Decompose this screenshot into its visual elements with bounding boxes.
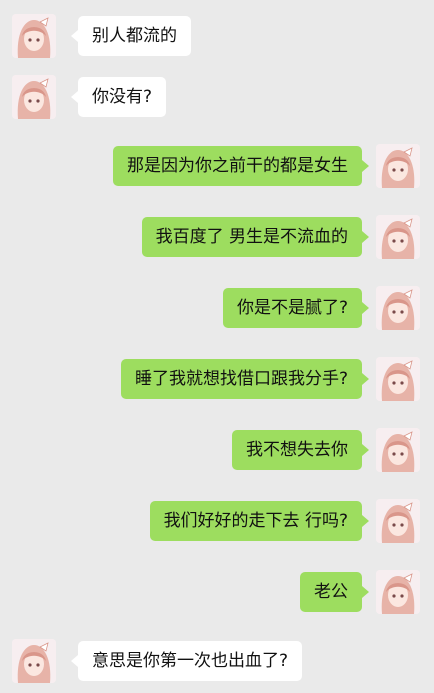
message-row: 老公 <box>0 566 434 616</box>
message-row: 睡了我就想找借口跟我分手? <box>0 353 434 403</box>
contact-avatar-icon[interactable] <box>12 75 56 119</box>
message-bubble[interactable]: 我们好好的走下去 行吗? <box>149 501 370 541</box>
message-bubble[interactable]: 你是不是腻了? <box>222 288 370 328</box>
message-bubble[interactable]: 老公 <box>300 572 369 612</box>
user-avatar-icon[interactable] <box>376 215 420 259</box>
user-avatar-icon[interactable] <box>376 570 420 614</box>
message-row: 我百度了 男生是不流血的 <box>0 211 434 261</box>
message-row: 你是不是腻了? <box>0 282 434 332</box>
contact-avatar-icon[interactable] <box>12 14 56 58</box>
message-bubble[interactable]: 那是因为你之前干的都是女生 <box>113 146 369 186</box>
message-row: 我不想失去你 <box>0 424 434 474</box>
message-row: 那是因为你之前干的都是女生 <box>0 140 434 190</box>
message-row: 你没有? <box>0 71 434 121</box>
message-row: 意思是你第一次也出血了? <box>0 635 434 685</box>
message-row: 别人都流的 <box>0 10 434 60</box>
message-row: 我们好好的走下去 行吗? <box>0 495 434 545</box>
message-bubble[interactable]: 睡了我就想找借口跟我分手? <box>120 359 370 399</box>
user-avatar-icon[interactable] <box>376 428 420 472</box>
message-bubble[interactable]: 别人都流的 <box>71 16 191 56</box>
message-bubble[interactable]: 我百度了 男生是不流血的 <box>141 217 370 257</box>
chat-window: 别人都流的 你没有? 那是因为你之前干的都是女生 我百度了 男生是不流血的 你是… <box>0 0 434 693</box>
contact-avatar-icon[interactable] <box>12 639 56 683</box>
message-bubble[interactable]: 你没有? <box>70 77 167 117</box>
message-bubble[interactable]: 我不想失去你 <box>232 430 369 470</box>
user-avatar-icon[interactable] <box>376 357 420 401</box>
user-avatar-icon[interactable] <box>376 286 420 330</box>
user-avatar-icon[interactable] <box>376 499 420 543</box>
user-avatar-icon[interactable] <box>376 144 420 188</box>
message-bubble[interactable]: 意思是你第一次也出血了? <box>70 641 303 681</box>
